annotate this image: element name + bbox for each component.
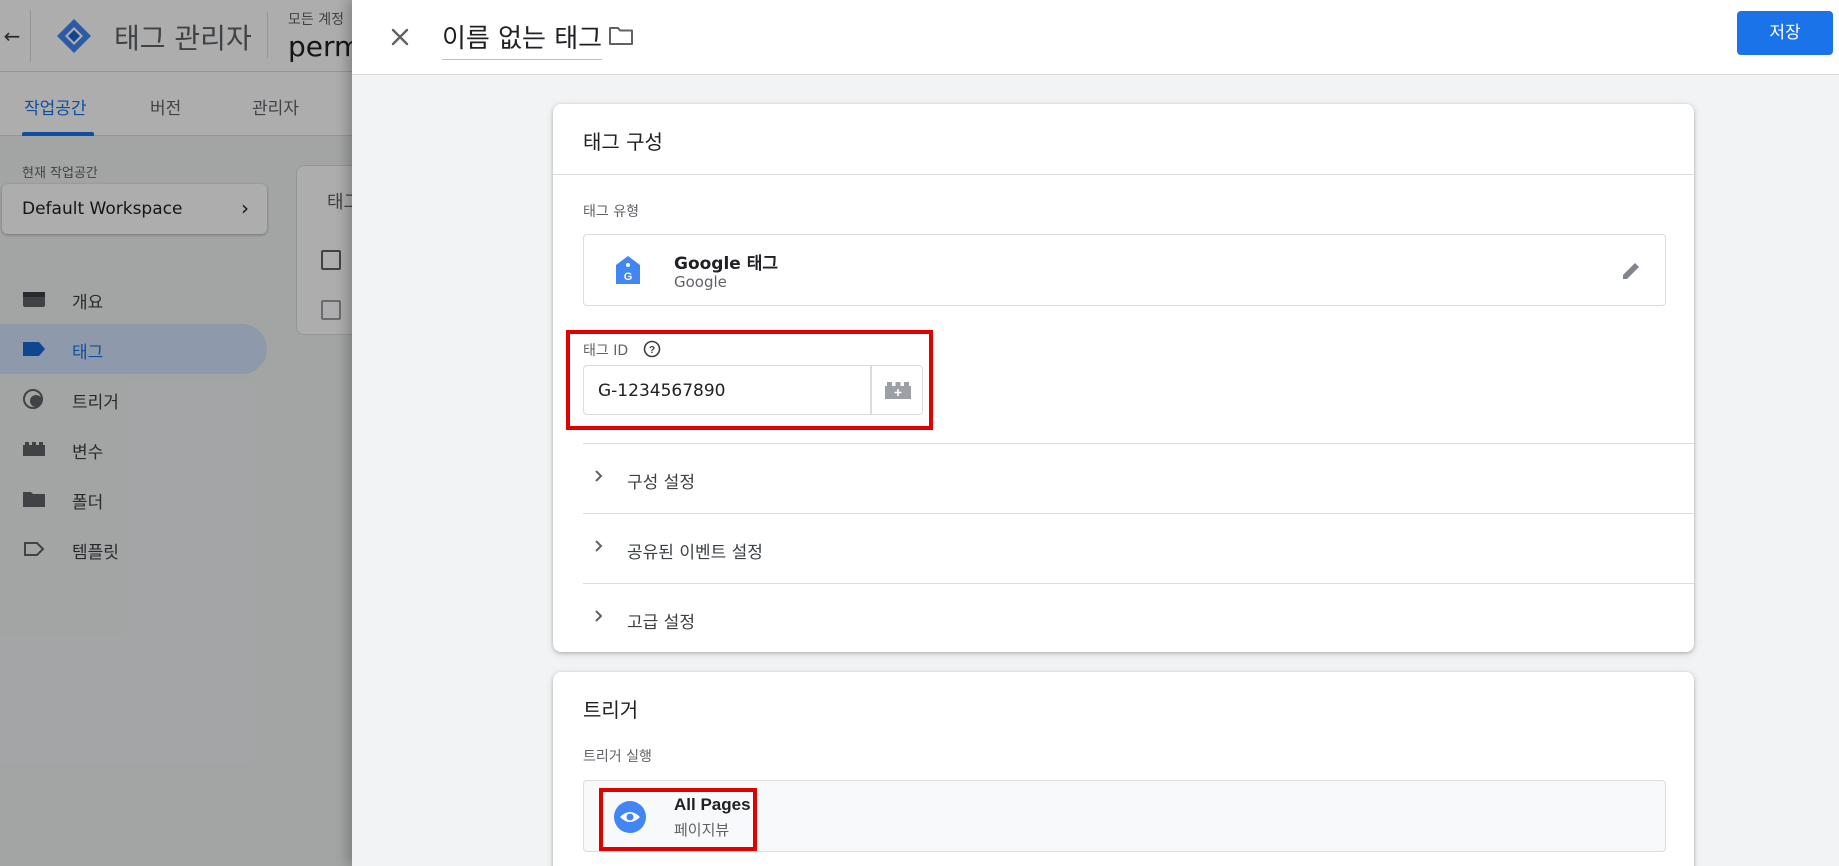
- panel-header: 이름 없는 태그 저장: [352, 0, 1839, 75]
- tag-id-input[interactable]: G-1234567890: [583, 365, 871, 415]
- section-label: 공유된 이벤트 설정: [627, 543, 763, 563]
- google-tag-icon: G: [616, 256, 640, 284]
- section-config-settings[interactable]: 구성 설정: [583, 443, 1694, 513]
- highlight-box: [599, 788, 757, 851]
- firing-triggers-label: 트리거 실행: [583, 749, 652, 765]
- svg-text:?: ?: [649, 345, 655, 356]
- tag-type-label: 태그 유형: [583, 204, 639, 220]
- variable-icon: [885, 382, 911, 399]
- tag-configuration-card: 태그 구성 태그 유형 G Google 태그 Google 태그 ID ? G…: [553, 104, 1694, 652]
- chevron-right-icon: [595, 610, 603, 622]
- folder-icon[interactable]: [608, 25, 634, 47]
- save-button[interactable]: 저장: [1737, 11, 1833, 55]
- divider: [553, 174, 1694, 175]
- insert-variable-button[interactable]: [871, 365, 923, 415]
- svg-text:G: G: [624, 271, 633, 283]
- tag-id-label: 태그 ID: [583, 343, 629, 359]
- tag-name-field[interactable]: 이름 없는 태그: [442, 18, 603, 60]
- chevron-right-icon: [595, 470, 603, 482]
- tag-type-vendor: Google: [674, 273, 727, 291]
- card-title: 트리거: [583, 698, 639, 722]
- chevron-right-icon: [595, 540, 603, 552]
- section-label: 고급 설정: [627, 613, 695, 633]
- tag-type-selector[interactable]: G Google 태그 Google: [583, 234, 1666, 306]
- card-title: 태그 구성: [583, 130, 663, 154]
- section-advanced-settings[interactable]: 고급 설정: [583, 583, 1694, 653]
- triggering-card: 트리거 트리거 실행 All Pages 페이지뷰: [553, 672, 1694, 866]
- tag-id-value: G-1234567890: [598, 381, 726, 401]
- help-icon[interactable]: ?: [643, 340, 661, 358]
- section-shared-event-settings[interactable]: 공유된 이벤트 설정: [583, 513, 1694, 583]
- tag-editor-panel: 이름 없는 태그 저장 태그 구성 태그 유형 G Google 태그 Goog…: [352, 0, 1839, 866]
- section-label: 구성 설정: [627, 473, 695, 493]
- close-icon[interactable]: [383, 20, 417, 54]
- pencil-icon[interactable]: [1619, 259, 1643, 283]
- tag-type-name: Google 태그: [674, 254, 779, 274]
